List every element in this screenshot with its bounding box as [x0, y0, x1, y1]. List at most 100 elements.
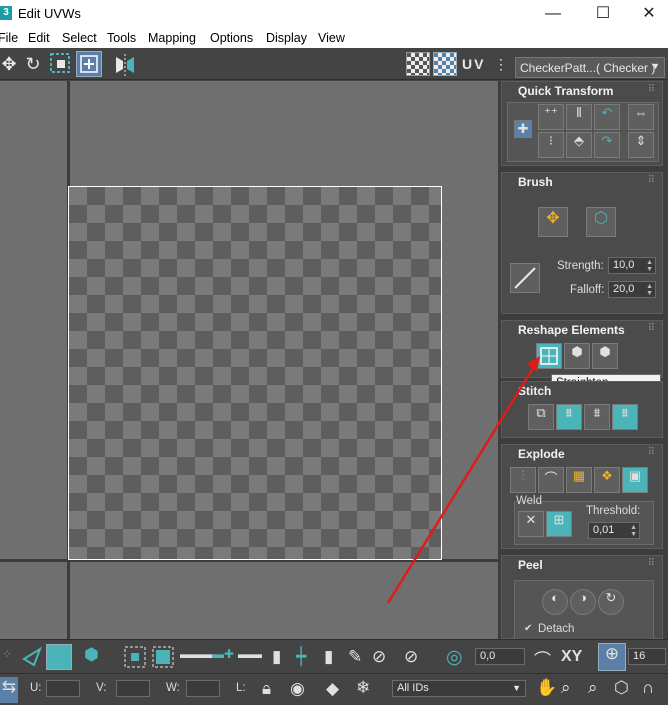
space-horizontal-icon[interactable]: ⇔ — [628, 104, 654, 130]
menu-tools[interactable]: Tools — [107, 31, 136, 45]
freeform-icon[interactable] — [76, 51, 102, 77]
paint-select-icon[interactable]: ✎ — [348, 647, 362, 667]
world-space-icon[interactable]: ⊕ — [598, 643, 626, 671]
ring-shrink-icon[interactable]: ▮ — [324, 647, 333, 667]
break-icon[interactable]: ⫶ — [510, 467, 536, 493]
zoom-region-icon[interactable]: ⌕ — [588, 678, 598, 698]
zoom-icon[interactable]: ⌕ — [561, 678, 571, 698]
grow-selection-icon[interactable] — [122, 644, 148, 670]
ring-grow-icon[interactable]: ┿ — [296, 647, 306, 667]
menu-file[interactable]: File — [0, 31, 18, 45]
loop-grow-icon[interactable]: ▬✚ — [212, 647, 234, 661]
stitch-target-icon[interactable]: ⩩ — [612, 404, 638, 430]
align-vertical-icon[interactable]: ⁝ — [538, 132, 564, 158]
maximize-button[interactable]: ☐ — [580, 0, 626, 28]
move-icon[interactable]: ✥ — [0, 51, 22, 77]
flatten-by-polygon-icon[interactable]: ▦ — [566, 467, 592, 493]
xy-label[interactable]: XY — [561, 648, 582, 666]
u-field[interactable] — [46, 680, 80, 697]
reset-peel-icon[interactable]: ↻ — [598, 589, 624, 615]
weld-selected-icon[interactable]: ✕ — [518, 511, 544, 537]
uv-viewport[interactable] — [0, 81, 498, 639]
rollout-title[interactable]: Brush — [518, 175, 553, 189]
close-button[interactable]: ✕ — [626, 0, 668, 28]
brush-falloff-icon[interactable] — [510, 263, 540, 293]
threshold-spinner[interactable]: 0,01 ▲ ▼ — [588, 522, 640, 539]
soft-selection-icon[interactable]: ◎ — [446, 646, 463, 669]
relax-icon[interactable]: ⬢ — [592, 343, 618, 369]
pan-icon[interactable]: ✋ — [536, 678, 557, 698]
menu-select[interactable]: Select — [62, 31, 97, 45]
snap-icon[interactable]: ∩ — [642, 678, 654, 698]
rotation-spinner[interactable]: 0,0 — [475, 648, 525, 665]
mirror-icon[interactable] — [112, 51, 138, 77]
target-weld-icon[interactable]: ⊞ — [546, 511, 572, 537]
checker-toggle-icon[interactable] — [406, 52, 430, 76]
rollout-title[interactable]: Stitch — [518, 384, 551, 398]
menu-view[interactable]: View — [318, 31, 345, 45]
texture-dropdown[interactable]: CheckerPatt...( Checker ) ▼ — [515, 57, 665, 78]
space-vertical-2-icon[interactable]: ⇕ — [628, 132, 654, 158]
straighten-selection-button[interactable] — [536, 343, 562, 369]
paint-shrink-icon[interactable]: ⊘ — [404, 647, 418, 667]
uv-label[interactable]: UV — [462, 56, 485, 72]
v-field[interactable] — [116, 680, 150, 697]
strength-spinner[interactable]: 10,0 ▲ ▼ — [608, 257, 656, 274]
align-horizontal-icon[interactable]: ⁺⁺ — [538, 104, 564, 130]
zoom-extents-icon[interactable]: ⬡ — [614, 678, 629, 698]
rollout-title[interactable]: Reshape Elements — [518, 323, 625, 337]
lock-icon[interactable]: 🔒︎ — [262, 679, 271, 699]
checker-uv-tile[interactable] — [68, 186, 442, 560]
eye-icon[interactable]: ◉ — [290, 679, 305, 699]
polygon-mode-icon[interactable] — [46, 644, 72, 670]
element-mode-icon[interactable]: ⬢ — [84, 645, 99, 665]
falloff-spinner[interactable]: 20,0 ▲ ▼ — [608, 281, 656, 298]
brush-grab-icon[interactable]: ✥ — [538, 207, 568, 237]
vertex-mode-icon[interactable]: ⁘ — [2, 647, 12, 661]
loop-select-icon[interactable]: ▬▬▬ — [180, 647, 216, 661]
grid-dots-icon[interactable]: ⋮ — [488, 51, 514, 77]
hide-icon[interactable]: ◆ — [326, 679, 339, 699]
flatten-by-material-icon[interactable]: ▣ — [622, 467, 648, 493]
quick-peel-icon[interactable]: ◐ — [542, 589, 568, 615]
grip-icon[interactable]: ⠿ — [648, 323, 655, 334]
shrink-selection-icon[interactable] — [150, 644, 176, 670]
peel-mode-icon[interactable]: ◑ — [570, 589, 596, 615]
edge-mode-icon[interactable] — [20, 645, 44, 669]
stitch-custom-icon[interactable]: ⧉ — [528, 404, 554, 430]
space-vertical-icon[interactable]: ⦀ — [566, 104, 592, 130]
rollout-title[interactable]: Peel — [518, 558, 543, 572]
detach-edge-icon[interactable]: ⌒ — [538, 467, 564, 493]
detach-checkbox[interactable]: ✔ — [524, 623, 532, 634]
rollout-title[interactable]: Explode — [518, 447, 565, 461]
flatten-by-smoothing-icon[interactable]: ❖ — [594, 467, 620, 493]
menu-options[interactable]: Options — [210, 31, 253, 45]
paint-grow-icon[interactable]: ⊘ — [372, 647, 386, 667]
w-field[interactable] — [186, 680, 220, 697]
menu-mapping[interactable]: Mapping — [148, 31, 196, 45]
falloff-curve-icon[interactable]: ⌒ — [534, 646, 551, 671]
grid-spinner[interactable]: 16 — [628, 648, 666, 665]
rotate-cw-icon[interactable]: ↷ — [594, 132, 620, 158]
grip-icon[interactable]: ⠿ — [648, 175, 655, 186]
brush-relax-icon[interactable]: ⬡ — [586, 207, 616, 237]
loop-shrink-icon[interactable]: ▬▬ — [238, 647, 262, 661]
scale-icon[interactable] — [48, 51, 74, 77]
rotate-icon[interactable]: ↻ — [20, 51, 46, 77]
minimize-button[interactable]: — — [530, 0, 576, 28]
menu-edit[interactable]: Edit — [28, 31, 50, 45]
relax-until-flat-icon[interactable]: ⬢ — [564, 343, 590, 369]
absolute-mode-icon[interactable]: ⇆ — [0, 677, 18, 703]
freeze-icon[interactable]: ❄ — [356, 678, 370, 698]
ring-select-icon[interactable]: ▮ — [272, 647, 281, 667]
material-id-dropdown[interactable]: All IDs ▼ — [392, 680, 526, 697]
rotate-ccw-icon[interactable]: ↶ — [594, 104, 620, 130]
stitch-source-icon[interactable]: ⩩ — [556, 404, 582, 430]
quick-transform-center-icon[interactable]: ✚ — [514, 120, 532, 138]
stitch-average-icon[interactable]: ⩩ — [584, 404, 610, 430]
grip-icon[interactable]: ⠿ — [648, 447, 655, 458]
align-center-icon[interactable]: ⬘ — [566, 132, 592, 158]
menu-display[interactable]: Display — [266, 31, 307, 45]
rollout-title[interactable]: Quick Transform — [518, 84, 613, 98]
grip-icon[interactable]: ⠿ — [648, 558, 655, 569]
